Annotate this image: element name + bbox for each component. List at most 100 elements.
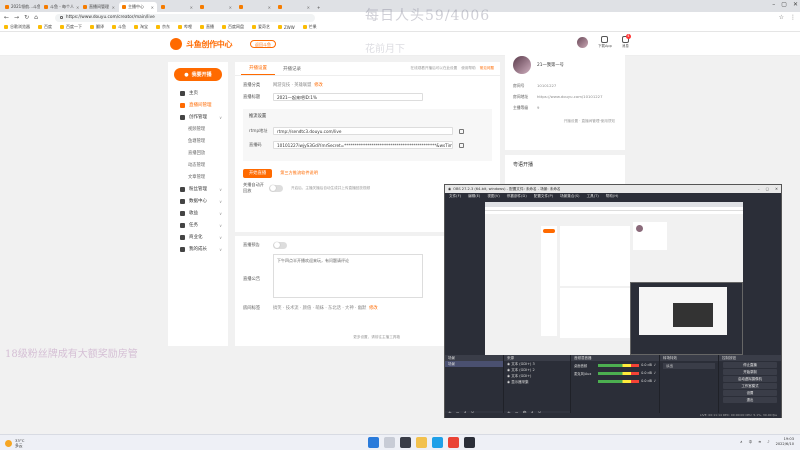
eye-icon[interactable]: ◉ [507, 374, 510, 378]
title-input[interactable]: 2021一起来吧ID:1% [273, 93, 423, 101]
sidebar-subitem[interactable]: 视频管理 [168, 123, 228, 135]
maximize-icon[interactable]: ▢ [781, 1, 787, 8]
obs-menu-item[interactable]: 场景集合(S) [560, 194, 579, 199]
bookmark-item[interactable]: 谷歌浏览器 [4, 24, 30, 30]
obs-control-button[interactable]: 设置 [723, 390, 777, 396]
obs-menu-item[interactable]: 停靠部件(D) [507, 194, 527, 199]
copy-icon[interactable] [459, 142, 464, 148]
sidebar-item[interactable]: 商业化 ∨ [168, 231, 228, 243]
bookmark-item[interactable]: 芒果 [302, 24, 317, 30]
sidebar-item[interactable]: 主页 [168, 87, 228, 99]
volume-meter[interactable] [598, 363, 640, 367]
volume-meter[interactable] [598, 379, 640, 383]
scene-item[interactable]: 场景 [445, 361, 503, 367]
obs-menu-item[interactable]: 工具(T) [587, 194, 599, 199]
volume-meter[interactable] [598, 371, 640, 375]
sidebar-item[interactable]: 任务 ∨ [168, 219, 228, 231]
obs-maximize-icon[interactable]: ▢ [766, 187, 769, 191]
sidebar-item[interactable]: 粉丝管理 ∨ [168, 183, 228, 195]
close-tab-icon[interactable]: ✕ [229, 5, 232, 10]
bookmark-item[interactable]: 直播 [200, 24, 214, 30]
input-method[interactable]: 中 [749, 440, 753, 445]
go-live-button[interactable]: ● 我要开播 [174, 68, 222, 81]
more-settings-link[interactable]: 更多设置，请前往主播工具箱 [353, 335, 400, 340]
source-item[interactable]: ◉ 显示器采集 [504, 379, 570, 385]
streamer-card-footer[interactable]: 开播设置 · 直播间管理·使用须知 [505, 119, 625, 124]
stream-code-input[interactable]: 10101227iwjyS3GdiYmrSecret=*************… [273, 141, 453, 149]
copy-icon[interactable] [459, 128, 464, 134]
edge-icon[interactable] [432, 437, 443, 448]
edit-tags-link[interactable]: 修改 [369, 306, 378, 311]
home-icon[interactable]: ⌂ [34, 14, 38, 21]
clock[interactable]: 19:03 2022/6/10 [776, 437, 794, 447]
sidebar-item[interactable]: 创作管理 ∨ [168, 111, 228, 123]
tab-live-records[interactable]: 开播记录 [275, 66, 309, 75]
bookmark-item[interactable]: 京东 [156, 24, 170, 30]
close-tab-icon[interactable]: ✕ [151, 5, 154, 10]
obs-control-button[interactable]: 停止直播 [723, 362, 777, 368]
browser-tab[interactable]: ✕ [197, 2, 235, 12]
extensions-icon[interactable]: ⋮ [790, 14, 796, 21]
faq-link[interactable]: 常见问题 [480, 66, 494, 71]
start-live-button[interactable]: 开始直播 [243, 168, 273, 178]
browser-tab[interactable]: ✕ [236, 2, 274, 12]
close-tab-icon[interactable]: ✕ [307, 5, 310, 10]
download-app-button[interactable]: 下载App [598, 36, 612, 49]
bookmark-item[interactable]: 斗鱼 [112, 24, 126, 30]
rtmp-input[interactable]: rtmp://sendtc3.douyu.com/live [273, 127, 453, 135]
bookmark-item[interactable]: 哔哩 [178, 24, 192, 30]
volume-icon[interactable]: ♪ [767, 440, 769, 444]
minimize-icon[interactable]: – [772, 1, 775, 8]
weather-widget[interactable]: 33°C 多云 [5, 438, 24, 449]
messages-button[interactable]: 4 消息 [621, 34, 631, 49]
avatar[interactable] [577, 37, 588, 48]
obs-menu-item[interactable]: 视图(V) [487, 194, 499, 199]
sidebar-item[interactable]: 数据中心 ∨ [168, 195, 228, 207]
help-link[interactable]: 使用帮助 [461, 66, 475, 71]
star-icon[interactable]: ☆ [779, 14, 784, 21]
obs-menu-item[interactable]: 文件(F) [449, 194, 461, 199]
wifi-icon[interactable]: ≋ [758, 440, 761, 444]
forward-icon[interactable]: → [14, 14, 19, 21]
search-icon[interactable] [384, 437, 395, 448]
sidebar-subitem[interactable]: 鱼塘管理 [168, 135, 228, 147]
browser-tab[interactable]: 直播间管理 ✕ [80, 2, 118, 12]
browser-tab[interactable]: 斗鱼 - 每个人 ✕ [41, 2, 79, 12]
auto-replay-toggle[interactable] [269, 184, 283, 192]
obs-control-button[interactable]: 工作室模式 [723, 383, 777, 389]
eye-icon[interactable]: ◉ [507, 380, 510, 384]
obs-menu-item[interactable]: 编辑(E) [468, 194, 480, 199]
speaker-icon[interactable]: ♪ [654, 379, 656, 383]
chrome-icon[interactable] [448, 437, 459, 448]
browser-tab[interactable]: 主播中心 ✕ [119, 2, 157, 12]
obs-minimize-icon[interactable]: – [758, 187, 760, 191]
close-tab-icon[interactable]: ✕ [190, 5, 193, 10]
obs-close-icon[interactable]: ✕ [775, 187, 778, 191]
sidebar-subitem[interactable]: 直播回放 [168, 147, 228, 159]
sidebar-subitem[interactable]: 文章管理 [168, 171, 228, 183]
eye-icon[interactable]: ◉ [507, 362, 510, 366]
bookmark-item[interactable]: 百度网盘 [222, 24, 244, 30]
new-tab-icon[interactable]: + [314, 2, 324, 12]
back-to-douyu-button[interactable]: 返回斗鱼 [250, 40, 276, 48]
file-explorer-icon[interactable] [416, 437, 427, 448]
obs-icon[interactable] [464, 437, 475, 448]
close-tab-icon[interactable]: ✕ [76, 5, 79, 10]
eye-icon[interactable]: ◉ [507, 368, 510, 372]
speaker-icon[interactable]: ♪ [654, 371, 656, 375]
bookmark-item[interactable]: 百度 [38, 24, 52, 30]
reload-icon[interactable]: ↻ [24, 14, 29, 21]
close-tab-icon[interactable]: ✕ [268, 5, 271, 10]
browser-tab[interactable]: ✕ [158, 2, 196, 12]
obs-control-button[interactable]: 退出 [723, 397, 777, 403]
transition-select[interactable]: 淡出 [663, 363, 715, 369]
notice-textarea[interactable]: 下午四点半开播欢迎来玩，有问题请评论 [273, 254, 423, 298]
browser-tab[interactable]: 2021领航...斗鱼✕ [2, 2, 40, 12]
obs-menu-item[interactable]: 帮助(H) [606, 194, 619, 199]
edit-category-link[interactable]: 修改 [314, 83, 323, 88]
bookmark-item[interactable]: ZWW [278, 25, 295, 30]
close-icon[interactable]: ✕ [793, 1, 798, 8]
obs-guide-link[interactable]: 第三方推流软件说明 [280, 170, 318, 176]
task-view-icon[interactable] [400, 437, 411, 448]
obs-control-button[interactable]: 开始录制 [723, 369, 777, 375]
